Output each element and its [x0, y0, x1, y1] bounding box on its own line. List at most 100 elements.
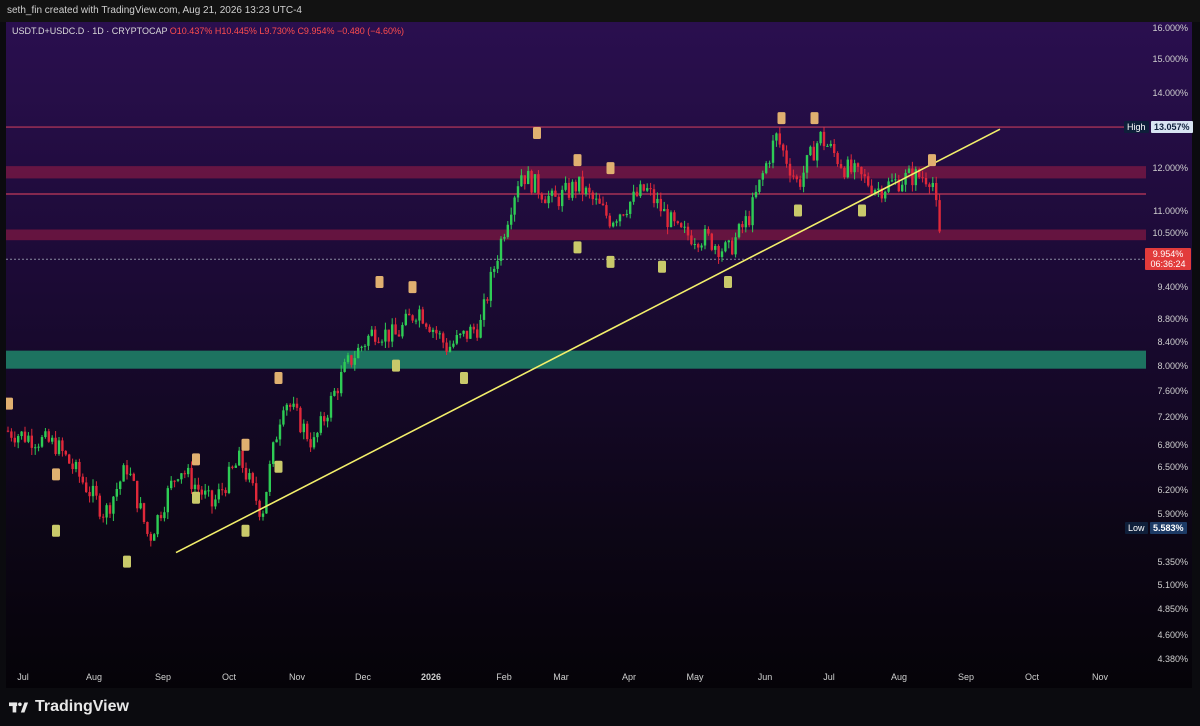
candle-body [68, 454, 71, 464]
price-tick-label: 6.500% [1157, 461, 1188, 472]
price-tick-label: 7.200% [1157, 411, 1188, 422]
time-tick-label: Nov [288, 672, 306, 682]
candle-body [442, 333, 445, 343]
pivot-high-marker [533, 126, 541, 139]
low-value-badge: 5.583% [1150, 522, 1187, 534]
candle-body [639, 184, 642, 197]
time-tick-label: Mar [553, 672, 569, 682]
candle-body [139, 503, 142, 509]
time-tick-label: Oct [1024, 672, 1040, 682]
pivot-low-marker [192, 491, 200, 504]
candle-body [115, 489, 118, 497]
candle-body [591, 192, 594, 200]
candle-body [931, 182, 934, 188]
candle-body [482, 299, 486, 320]
candle-body [244, 467, 248, 480]
candle-body [700, 245, 703, 248]
candle-body [615, 221, 618, 223]
candle-body [268, 463, 271, 492]
candle-body [91, 485, 95, 497]
candle-body [788, 163, 792, 176]
candle-body [336, 390, 339, 394]
candle-body [489, 271, 492, 301]
candle-body [924, 177, 928, 185]
candle-body [47, 431, 50, 442]
resistance-zone-2 [6, 229, 1146, 241]
time-tick-label: Sep [957, 672, 975, 682]
candle-body [829, 143, 832, 146]
candle-body [598, 198, 601, 204]
price-tick-label: 8.800% [1157, 314, 1188, 325]
pivot-high-marker [408, 281, 417, 294]
candle-body [612, 222, 615, 227]
candle-body [785, 150, 788, 164]
candle-body [537, 174, 540, 195]
candle-body [720, 251, 724, 257]
candle-body [44, 431, 47, 438]
candle-body [703, 228, 707, 246]
candle-body [669, 212, 673, 228]
candle-body [856, 163, 860, 167]
price-tick-label: 5.100% [1157, 579, 1188, 590]
pivot-high-marker [810, 112, 819, 125]
candle-body [510, 214, 513, 225]
candle-body [894, 179, 897, 181]
candle-body [765, 163, 768, 174]
candle-body [666, 209, 669, 228]
price-chart[interactable] [6, 22, 1192, 688]
current-price-badge: 9.954% 06:36:24 [1145, 248, 1191, 270]
candle-body [377, 341, 380, 343]
candle-body [275, 439, 278, 443]
candle-body [567, 182, 571, 198]
pivot-high-marker [274, 371, 283, 384]
candle-body [360, 346, 363, 348]
tradingview-chart-app: seth_fin created with TradingView.com, A… [0, 0, 1200, 726]
candle-body [418, 309, 421, 321]
header-attribution: seth_fin created with TradingView.com, A… [0, 0, 1200, 22]
candle-body [265, 491, 268, 514]
high-value: H10.445% [214, 26, 257, 36]
candle-body [928, 184, 931, 188]
candle-body [285, 404, 288, 411]
pivot-low-marker [724, 275, 732, 288]
candle-body [214, 499, 217, 507]
tradingview-logo[interactable]: TradingView [9, 698, 129, 716]
candle-body [170, 480, 173, 489]
price-tick-label: 10.500% [1152, 228, 1188, 239]
pivot-low-marker [52, 524, 60, 537]
candle-body [248, 473, 251, 480]
candle-body [190, 467, 193, 490]
candle-body [353, 358, 356, 365]
candle-body [578, 176, 581, 192]
chart-area[interactable]: USDT.D+USDC.D · 1D · CRYPTOCAP O10.437% … [6, 22, 1193, 688]
candle-body [659, 198, 662, 212]
pivot-high-marker [777, 112, 786, 125]
footer: TradingView [0, 688, 1200, 726]
candle-body [911, 168, 914, 186]
current-price-value: 9.954% [1152, 249, 1184, 259]
candle-body [663, 209, 666, 212]
price-axis[interactable]: 16.000% 15.000% 14.000% 12.000% 11.000% 10.50… [1146, 22, 1192, 668]
candle-body [323, 416, 326, 422]
candle-body [183, 473, 186, 475]
candle-body [717, 246, 720, 257]
time-axis[interactable]: Jul Aug Sep Oct Nov Dec 2026 Feb Mar Apr May Jun Jul… [6, 668, 1146, 688]
candle-body [499, 238, 503, 261]
candle-body [822, 131, 826, 147]
candle-body [210, 490, 214, 507]
candle-body [299, 407, 302, 433]
candle-body [853, 163, 856, 173]
candle-body [200, 489, 203, 495]
candle-body [125, 465, 129, 475]
candle-body [744, 216, 747, 228]
time-tick-label: Jun [757, 672, 773, 682]
candle-body [938, 200, 941, 232]
pivot-low-marker [241, 524, 250, 537]
close-value: C9.954% [297, 26, 335, 36]
candle-body [374, 329, 377, 342]
candle-body [163, 512, 166, 519]
candle-body [605, 205, 608, 216]
candle-body [836, 153, 839, 165]
candle-body [302, 423, 305, 433]
candle-body [227, 466, 231, 494]
